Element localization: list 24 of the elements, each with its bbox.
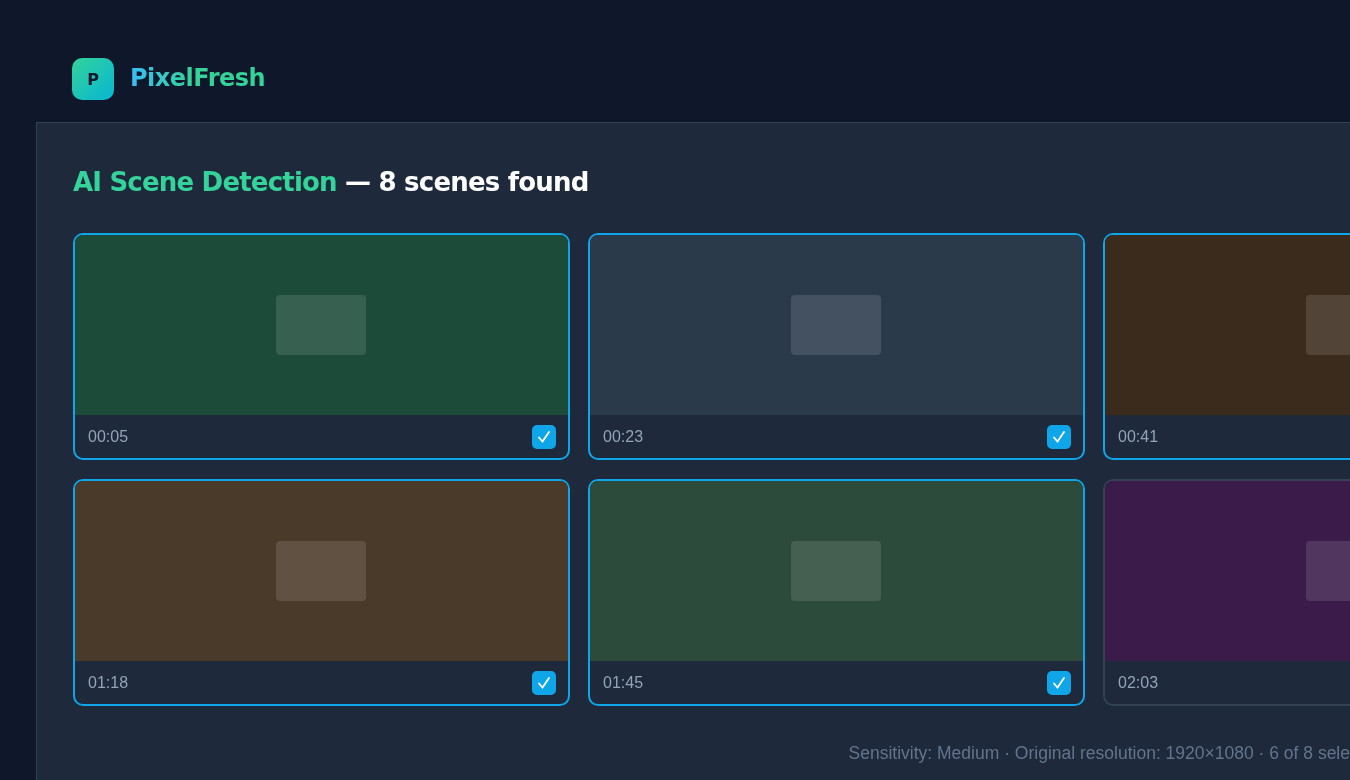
check-icon	[537, 675, 551, 690]
timestamp: 02:03	[1118, 672, 1159, 693]
timestamp: 00:41	[1118, 426, 1159, 447]
scene-card[interactable]: 01:18	[73, 479, 570, 706]
status-text: Sensitivity: Medium · Original resolution: 1920×1080 · 6 of 8 sele	[847, 742, 1350, 765]
scene-card[interactable]: 00:23	[588, 233, 1085, 460]
check-icon	[1052, 429, 1066, 444]
timestamp: 00:05	[88, 426, 129, 447]
scene-count: — 8 scenes found	[345, 167, 589, 197]
checkbox[interactable]	[532, 670, 556, 695]
app-logo: P	[72, 58, 114, 100]
scene-card[interactable]: 00:41	[1103, 233, 1350, 460]
timestamp: 01:18	[88, 672, 129, 693]
timestamp: 01:45	[603, 672, 644, 693]
scene-card[interactable]: 02:03	[1103, 479, 1350, 706]
checkbox[interactable]	[532, 424, 556, 449]
scene-card[interactable]: 00:05	[73, 233, 570, 460]
timestamp: 00:23	[603, 426, 644, 447]
checkbox[interactable]	[1047, 424, 1071, 449]
checkbox[interactable]	[1047, 670, 1071, 695]
check-icon	[1052, 675, 1066, 690]
scene-card[interactable]: 01:45	[588, 479, 1085, 706]
check-icon	[537, 429, 551, 444]
section-title: AI Scene Detection	[73, 167, 337, 197]
